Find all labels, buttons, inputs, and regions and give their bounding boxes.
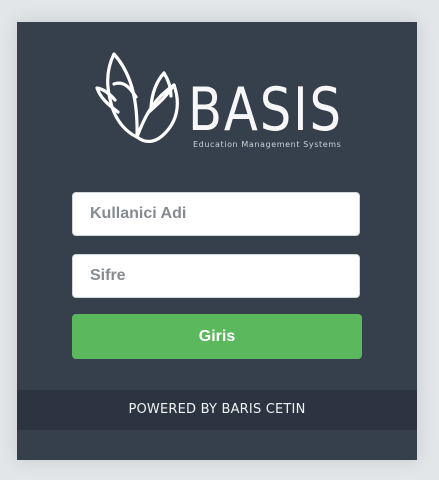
footer-bar: POWERED BY BARIS CETIN <box>17 390 417 430</box>
login-panel: BASIS Education Management Systems Giris… <box>17 22 417 460</box>
brand-logo: BASIS Education Management Systems <box>95 50 345 152</box>
username-input[interactable] <box>72 192 360 236</box>
login-button[interactable]: Giris <box>72 314 362 359</box>
powered-by-text: POWERED BY BARIS CETIN <box>128 402 306 417</box>
lotus-leaf-icon <box>95 52 179 143</box>
password-input[interactable] <box>72 254 360 298</box>
brand-tagline: Education Management Systems <box>193 140 342 149</box>
brand-name: BASIS <box>188 75 343 145</box>
